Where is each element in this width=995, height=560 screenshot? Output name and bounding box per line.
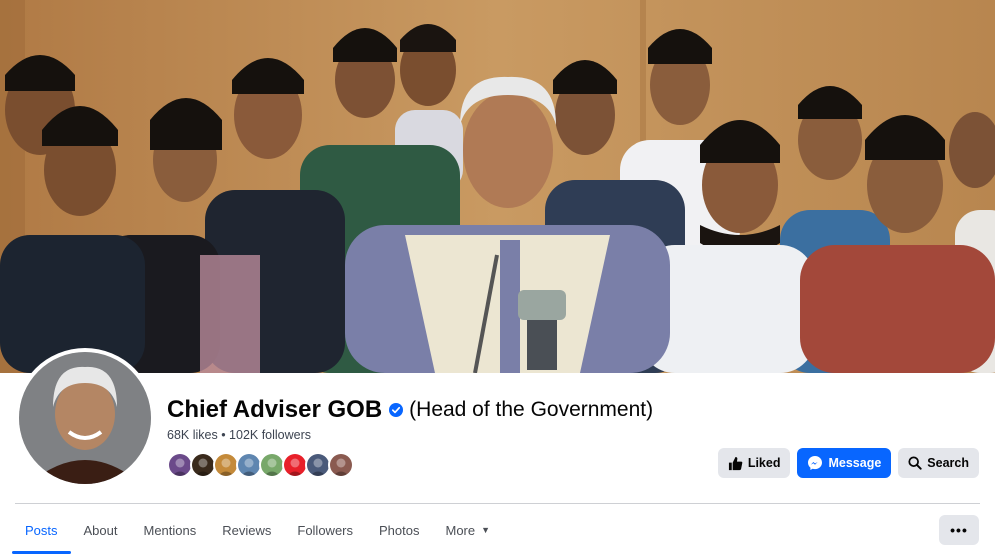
follower-avatars [167,452,354,478]
liked-button-label: Liked [747,456,781,470]
page-title[interactable]: Chief Adviser GOB [167,396,382,424]
tab-label: Mentions [143,522,197,538]
thumbs-up-icon [728,456,743,470]
page-actions: Liked Message Search [717,448,979,478]
caret-down-icon: ▼ [481,525,491,535]
tab-photos[interactable]: Photos [366,505,432,555]
liked-button[interactable]: Liked [717,448,791,478]
more-options-button[interactable]: ••• [939,515,979,545]
profile-picture[interactable] [15,348,155,488]
tab-followers[interactable]: Followers [284,505,366,555]
profile-avatar-icon [19,352,151,484]
messenger-icon [808,456,823,470]
tab-label: Reviews [222,522,272,538]
follower-avatar [328,452,354,478]
tab-mentions[interactable]: Mentions [131,505,210,555]
search-button[interactable]: Search [898,448,979,478]
cover-photo[interactable] [0,0,995,373]
message-button[interactable]: Message [797,448,892,478]
tab-more[interactable]: More ▼ [432,505,503,555]
page-category: (Head of the Government) [409,398,654,421]
tab-label: Followers [297,522,353,538]
verified-badge-icon [389,403,404,417]
tab-reviews[interactable]: Reviews [209,505,284,555]
tab-about[interactable]: About [71,505,131,555]
tab-label: Posts [25,522,58,538]
tab-label: Photos [379,522,420,538]
header-divider [15,503,980,504]
tab-label: About [83,522,118,538]
cover-photo-image [0,0,995,373]
page-stats[interactable]: 68K likes • 102K followers [167,428,311,442]
message-button-label: Message [828,456,882,470]
tab-posts[interactable]: Posts [12,505,71,555]
search-icon [908,456,922,470]
profile-tabs: Posts About Mentions Reviews Followers P… [12,505,503,555]
tab-label: More [445,522,476,538]
search-button-label: Search [927,456,969,470]
page-title-row: Chief Adviser GOB (Head of the Governmen… [167,395,653,425]
